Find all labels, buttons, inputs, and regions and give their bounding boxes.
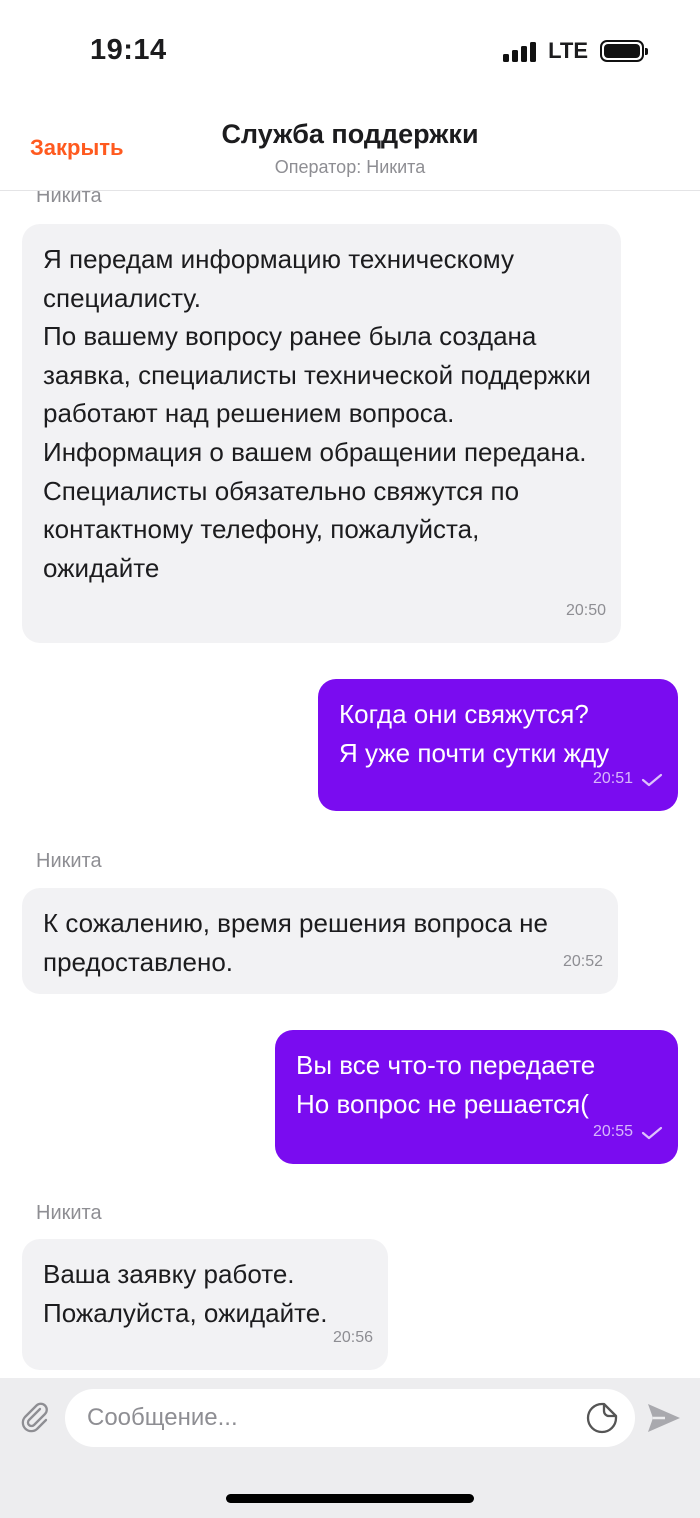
battery-icon: [600, 40, 648, 62]
signal-icon: [503, 40, 537, 62]
message-meta: 20:50: [566, 592, 606, 631]
status-indicators: LTE: [503, 38, 648, 64]
message-time: 20:55: [592, 1123, 633, 1141]
message-sender: Никита: [36, 850, 102, 872]
message-bubble-incoming: Ваша заявку работе. Пожалуйста, ожидайте…: [22, 1239, 388, 1370]
message-meta: 20:56: [333, 1319, 373, 1358]
message-composer: [0, 1378, 700, 1518]
message-time: 20:52: [562, 953, 603, 971]
sticker-icon[interactable]: [585, 1401, 619, 1435]
message-time: 20:51: [592, 770, 633, 788]
message-sender: Никита: [36, 1202, 102, 1224]
check-icon: [641, 1126, 663, 1140]
chat-thread[interactable]: Никита Я передам информацию техническому…: [0, 191, 700, 1378]
paperclip-icon[interactable]: [18, 1400, 52, 1434]
message-meta: 20:55: [593, 1113, 663, 1152]
message-input-wrapper: [65, 1389, 635, 1447]
message-text: Вы все что-то передаете Но вопрос не реш…: [296, 1050, 596, 1119]
home-indicator: [226, 1494, 474, 1503]
message-time: 20:50: [565, 602, 606, 620]
check-icon: [641, 773, 663, 787]
message-bubble-incoming: Я передам информацию техническому специа…: [22, 224, 621, 643]
message-meta: 20:52: [563, 943, 603, 982]
status-time: 19:14: [90, 34, 167, 66]
chat-header: Закрыть Служба поддержки Оператор: Никит…: [0, 105, 700, 191]
message-text: Я передам информацию техническому специа…: [43, 244, 591, 583]
message-sender: Никита: [36, 191, 102, 207]
page-title: Служба поддержки: [221, 119, 479, 149]
operator-subtitle: Оператор: Никита: [274, 157, 426, 177]
message-text: Ваша заявку работе. Пожалуйста, ожидайте…: [43, 1259, 328, 1328]
message-meta: 20:51: [593, 760, 663, 799]
message-text: К сожалению, время решения вопроса не пр…: [43, 908, 548, 977]
status-bar: 19:14 LTE: [0, 0, 700, 105]
message-input[interactable]: [87, 1389, 567, 1447]
send-icon[interactable]: [645, 1401, 683, 1435]
message-bubble-outgoing: Вы все что-то передаете Но вопрос не реш…: [275, 1030, 678, 1164]
network-type: LTE: [548, 38, 588, 63]
message-time: 20:56: [332, 1329, 373, 1347]
message-bubble-incoming: К сожалению, время решения вопроса не пр…: [22, 888, 618, 994]
message-bubble-outgoing: Когда они свяжутся? Я уже почти сутки жд…: [318, 679, 678, 811]
